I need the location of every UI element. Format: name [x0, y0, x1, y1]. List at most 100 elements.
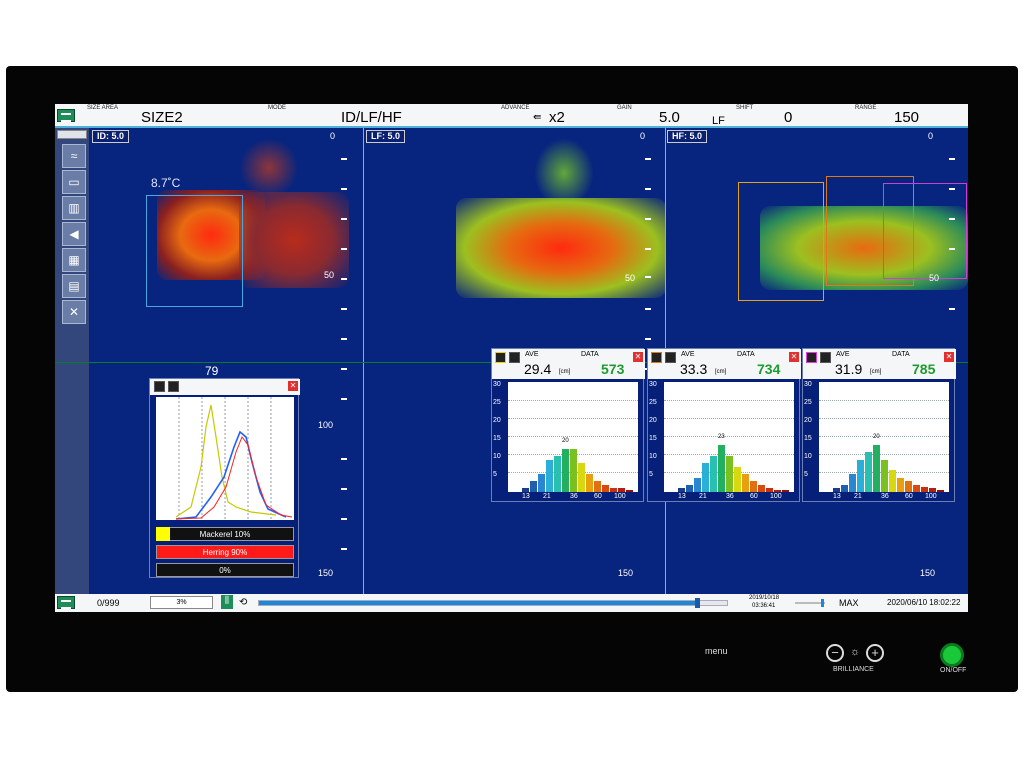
histogram-bar	[782, 490, 789, 492]
close-icon[interactable]: ✕	[633, 352, 643, 362]
gain-value[interactable]: 5.0	[659, 109, 680, 126]
id-gain-tag[interactable]: ID: 5.0	[92, 130, 130, 143]
close-icon[interactable]: ✕	[288, 381, 298, 391]
x-tick-label: 36	[726, 493, 734, 500]
size-area-box[interactable]	[146, 195, 243, 307]
display-mode-icon[interactable]	[57, 596, 75, 609]
close-icon[interactable]: ✕	[789, 352, 799, 362]
plankton-echo	[534, 138, 594, 208]
memory-count: 0/999	[97, 598, 120, 608]
y-tick-label: 10	[804, 453, 812, 460]
depth-100-label: 100	[318, 420, 334, 430]
surface-depth-label: 0	[640, 131, 646, 141]
x-tick-label: 13	[522, 493, 530, 500]
memory-icon[interactable]: ▤	[62, 274, 86, 298]
advance-value[interactable]: x2	[549, 109, 565, 126]
depth-tick	[949, 188, 955, 190]
speed-slider[interactable]	[795, 599, 825, 607]
x-tick-label: 100	[614, 493, 626, 500]
depth-tick	[341, 218, 347, 220]
menu-button[interactable]: menu	[705, 646, 728, 656]
print-icon[interactable]	[154, 381, 165, 392]
onoff-label: ON/OFF	[940, 667, 967, 674]
area-icon[interactable]	[820, 352, 831, 363]
gain-frequency[interactable]: LF	[712, 115, 725, 127]
y-tick-label: 15	[804, 435, 812, 442]
plankton-echo	[239, 138, 299, 198]
speed-slider-handle[interactable]	[821, 599, 824, 607]
histogram-bar	[562, 449, 569, 492]
close-icon[interactable]: ✕	[944, 352, 954, 362]
brilliance-up-button[interactable]: +	[866, 644, 884, 662]
histogram-bar	[841, 485, 848, 492]
fish-icon[interactable]: ≈	[62, 144, 86, 168]
histogram-plot: 20	[819, 382, 949, 492]
y-tick-label: 20	[493, 417, 501, 424]
hf-gain-tag[interactable]: HF: 5.0	[667, 130, 708, 143]
size-area-box[interactable]	[738, 182, 824, 301]
playback-percentage[interactable]: 3%	[150, 596, 213, 609]
vrm-value: 79	[205, 364, 219, 378]
water-temperature: 8.7˚C	[151, 176, 181, 190]
x-tick-label: 36	[570, 493, 578, 500]
histogram-bar	[530, 481, 537, 492]
playback-slider[interactable]	[258, 598, 728, 608]
histogram-bar	[742, 474, 749, 492]
y-tick-label: 25	[649, 399, 657, 406]
settings-icon[interactable]	[495, 352, 506, 363]
species-window: ✕ Mackerel 10% Herring 90% 0%	[149, 378, 300, 578]
other-percentage: 0%	[219, 566, 231, 575]
speaker-icon[interactable]: ◀	[62, 222, 86, 246]
mode-label: MODE	[268, 105, 286, 111]
x-tick-label: 13	[833, 493, 841, 500]
settings-icon[interactable]	[651, 352, 662, 363]
playback-icon[interactable]: ⫼	[221, 595, 233, 609]
area-icon[interactable]	[509, 352, 520, 363]
settings-icon[interactable]	[806, 352, 817, 363]
size-area-value[interactable]: SIZE2	[141, 109, 183, 126]
x-tick-label: 21	[854, 493, 862, 500]
y-tick-label: 10	[493, 453, 501, 460]
histogram-icon[interactable]: ▥	[62, 196, 86, 220]
echogram-icon[interactable]: ▭	[62, 170, 86, 194]
settings-icon[interactable]	[168, 381, 179, 392]
sun-icon: ☼	[850, 646, 861, 658]
histogram-bar	[849, 474, 856, 492]
x-tick-label: 21	[699, 493, 707, 500]
fish-school-echo	[456, 198, 666, 298]
x-tick-label: 13	[678, 493, 686, 500]
display-mode-icon[interactable]	[57, 109, 75, 122]
tools-icon[interactable]: ✕	[62, 300, 86, 324]
histogram-bar	[929, 488, 936, 492]
grid-line	[508, 436, 638, 437]
refresh-icon[interactable]: ⟲	[239, 597, 247, 608]
histogram-bar	[554, 456, 561, 492]
playback-slider-fill	[259, 601, 699, 605]
range-value[interactable]: 150	[894, 109, 919, 126]
grid-line	[664, 454, 794, 455]
area-icon[interactable]	[665, 352, 676, 363]
data-count-value: 785	[912, 361, 936, 377]
histogram-bar	[766, 488, 773, 492]
depth-tick	[949, 218, 955, 220]
herring-percentage: Herring 90%	[202, 548, 248, 557]
depth-tick	[341, 188, 347, 190]
playback-slider-handle[interactable]	[695, 598, 700, 608]
histogram-bar	[881, 460, 888, 492]
graph-icon[interactable]: ▦	[62, 248, 86, 272]
left-toolbar: ≈ ▭ ▥ ◀ ▦ ▤ ✕	[55, 128, 89, 594]
lf-gain-tag[interactable]: LF: 5.0	[366, 130, 406, 143]
y-tick-label: 20	[804, 417, 812, 424]
range-label: RANGE	[855, 105, 877, 111]
histogram-bar	[905, 481, 912, 492]
depth-tick	[645, 188, 651, 190]
depth-150-label: 150	[920, 568, 936, 578]
histogram-bar	[734, 467, 741, 492]
power-button[interactable]	[940, 643, 964, 667]
toolbar-collapse-button[interactable]	[57, 130, 87, 139]
brilliance-down-button[interactable]: −	[826, 644, 844, 662]
mode-value[interactable]: ID/LF/HF	[341, 109, 402, 126]
size-area-box[interactable]	[883, 183, 967, 279]
shift-value[interactable]: 0	[784, 109, 792, 126]
histogram-bar	[586, 474, 593, 492]
